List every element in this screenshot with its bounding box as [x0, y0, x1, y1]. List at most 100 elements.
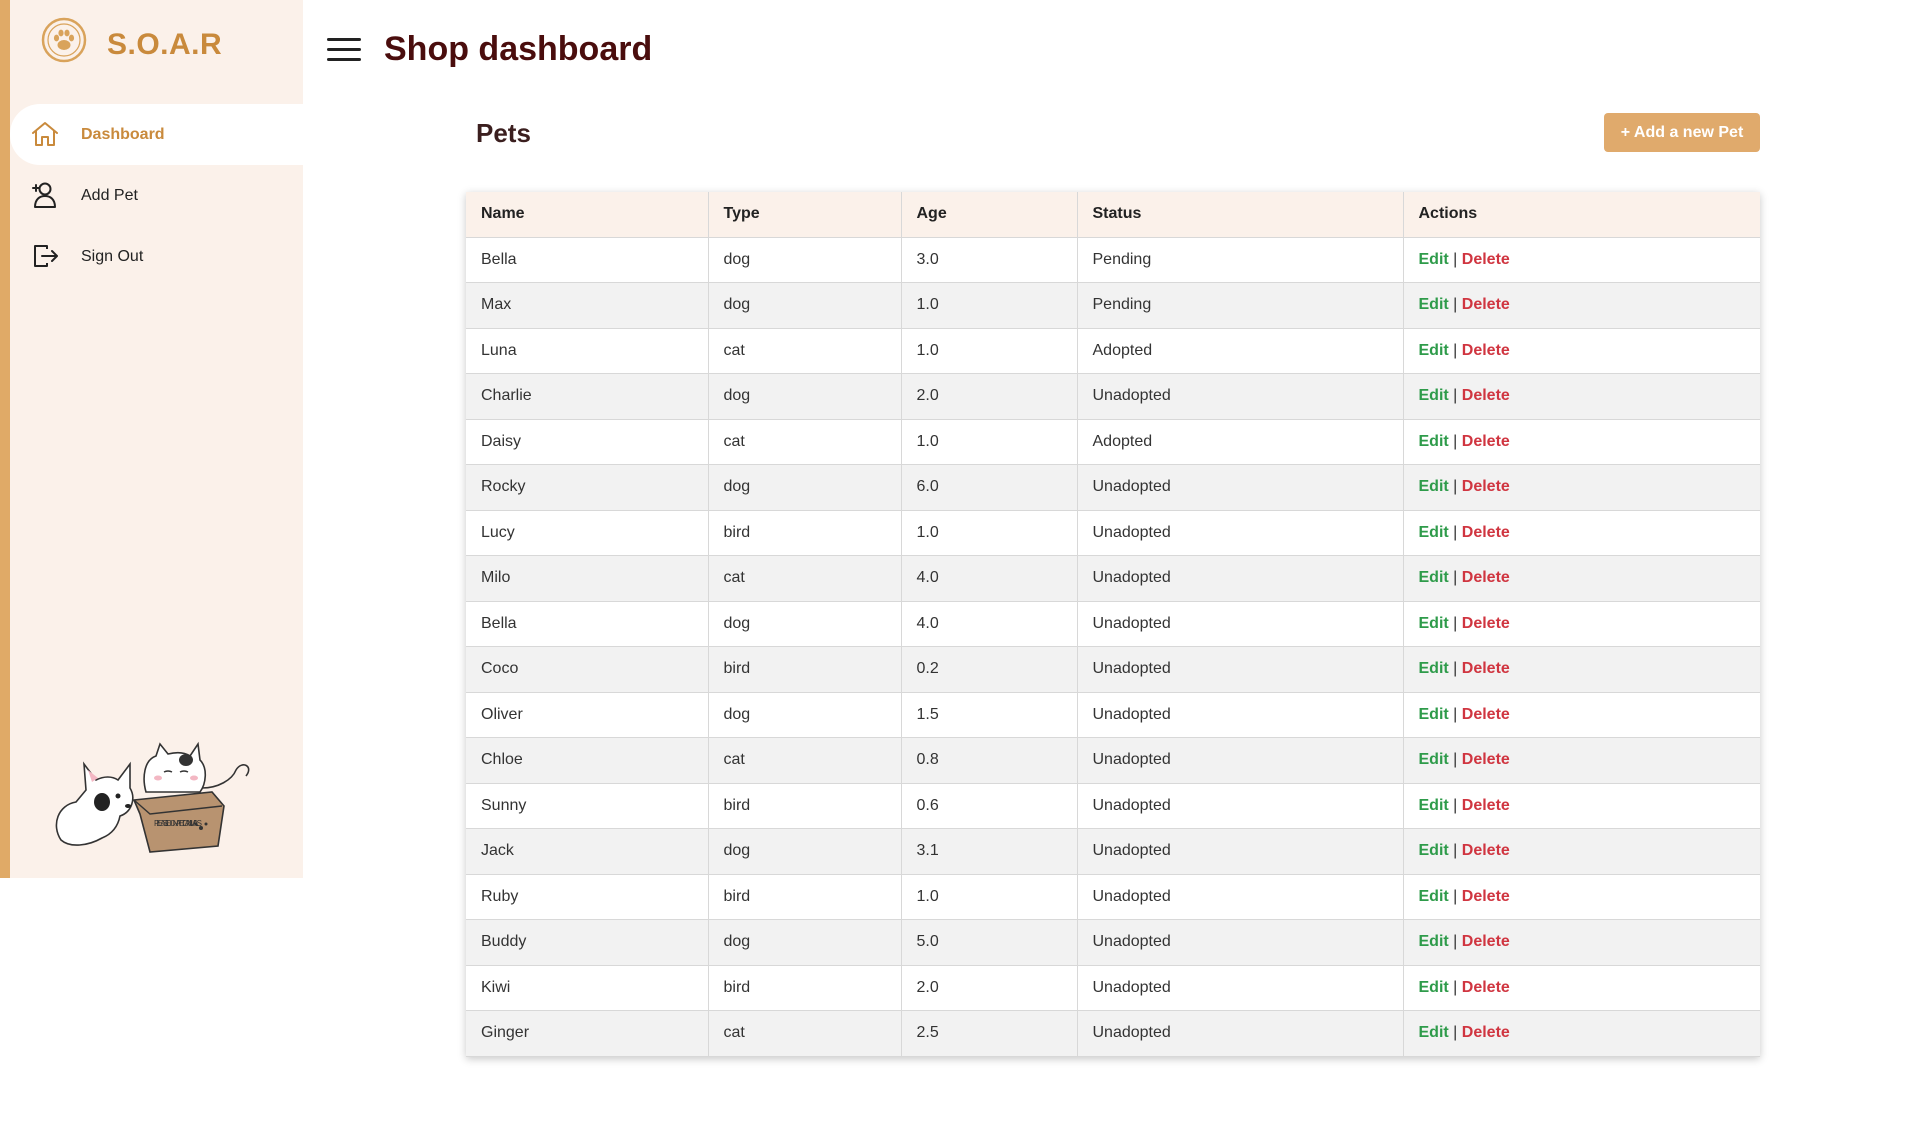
delete-link[interactable]: Delete: [1462, 706, 1510, 723]
edit-link[interactable]: Edit: [1419, 433, 1449, 450]
delete-link[interactable]: Delete: [1462, 387, 1510, 404]
pet-actions-cell: Edit | Delete: [1403, 510, 1760, 556]
column-header-actions: Actions: [1403, 192, 1760, 238]
pet-type-cell: bird: [708, 965, 902, 1011]
home-icon: [32, 122, 58, 146]
pet-name-cell: Luna: [466, 328, 709, 374]
pet-name-cell: Jack: [466, 828, 709, 875]
table-row: Jack dog 3.1 Unadopted Edit | Delete: [466, 828, 1760, 875]
menu-toggle-icon[interactable]: [327, 38, 361, 64]
action-separator: |: [1453, 296, 1458, 314]
sidebar-item-label: Sign Out: [81, 247, 144, 265]
table-row: Coco bird 0.2 Unadopted Edit | Delete: [466, 646, 1760, 693]
edit-link[interactable]: Edit: [1419, 751, 1449, 768]
pet-type-cell: bird: [708, 510, 902, 556]
pet-name-cell: Ginger: [466, 1010, 709, 1057]
table-row: Milo cat 4.0 Unadopted Edit | Delete: [466, 555, 1760, 602]
table-row: Ruby bird 1.0 Unadopted Edit | Delete: [466, 874, 1760, 920]
pet-type-cell: dog: [708, 919, 902, 966]
pet-name-cell: Milo: [466, 555, 709, 602]
pet-status-cell: Unadopted: [1077, 919, 1404, 966]
edit-link[interactable]: Edit: [1419, 615, 1449, 632]
pet-name-cell: Charlie: [466, 373, 709, 420]
sidebar: S.O.A.R Dashboard Add Pet Sign Out PLEAS…: [10, 0, 303, 878]
delete-link[interactable]: Delete: [1462, 1024, 1510, 1041]
delete-link[interactable]: Delete: [1462, 569, 1510, 586]
delete-link[interactable]: Delete: [1462, 933, 1510, 950]
edit-link[interactable]: Edit: [1419, 387, 1449, 404]
edit-link[interactable]: Edit: [1419, 251, 1449, 268]
pet-age-cell: 6.0: [901, 464, 1078, 511]
sidebar-item-sign-out[interactable]: Sign Out: [10, 226, 303, 287]
column-header-status: Status: [1077, 192, 1404, 238]
table-row: Bella dog 4.0 Unadopted Edit | Delete: [466, 601, 1760, 647]
action-separator: |: [1453, 751, 1458, 769]
edit-link[interactable]: Edit: [1419, 569, 1449, 586]
pet-status-cell: Pending: [1077, 282, 1404, 329]
pet-status-cell: Pending: [1077, 237, 1404, 283]
action-separator: |: [1453, 523, 1458, 541]
pet-type-cell: cat: [708, 419, 902, 465]
pet-name-cell: Daisy: [466, 419, 709, 465]
pet-age-cell: 0.6: [901, 783, 1078, 829]
add-pet-button[interactable]: + Add a new Pet: [1604, 113, 1760, 152]
edit-link[interactable]: Edit: [1419, 1024, 1449, 1041]
delete-link[interactable]: Delete: [1462, 251, 1510, 268]
action-separator: |: [1453, 796, 1458, 814]
edit-link[interactable]: Edit: [1419, 933, 1449, 950]
pet-status-cell: Unadopted: [1077, 601, 1404, 647]
table-row: Daisy cat 1.0 Adopted Edit | Delete: [466, 419, 1760, 465]
edit-link[interactable]: Edit: [1419, 296, 1449, 313]
pet-name-cell: Oliver: [466, 692, 709, 738]
edit-link[interactable]: Edit: [1419, 842, 1449, 859]
delete-link[interactable]: Delete: [1462, 660, 1510, 677]
pet-type-cell: dog: [708, 828, 902, 875]
page-title: Shop dashboard: [384, 30, 653, 68]
pet-age-cell: 2.0: [901, 965, 1078, 1011]
column-header-name: Name: [466, 192, 709, 238]
action-separator: |: [1453, 432, 1458, 450]
delete-link[interactable]: Delete: [1462, 842, 1510, 859]
table-row: Lucy bird 1.0 Unadopted Edit | Delete: [466, 510, 1760, 556]
action-separator: |: [1453, 250, 1458, 268]
pet-type-cell: dog: [708, 692, 902, 738]
table-row: Charlie dog 2.0 Unadopted Edit | Delete: [466, 373, 1760, 420]
delete-link[interactable]: Delete: [1462, 342, 1510, 359]
edit-link[interactable]: Edit: [1419, 342, 1449, 359]
pet-status-cell: Unadopted: [1077, 965, 1404, 1011]
pet-status-cell: Unadopted: [1077, 646, 1404, 693]
action-separator: |: [1453, 614, 1458, 632]
delete-link[interactable]: Delete: [1462, 615, 1510, 632]
delete-link[interactable]: Delete: [1462, 751, 1510, 768]
edit-link[interactable]: Edit: [1419, 478, 1449, 495]
action-separator: |: [1453, 978, 1458, 996]
delete-link[interactable]: Delete: [1462, 979, 1510, 996]
delete-link[interactable]: Delete: [1462, 524, 1510, 541]
action-separator: |: [1453, 705, 1458, 723]
pet-actions-cell: Edit | Delete: [1403, 783, 1760, 829]
pet-type-cell: cat: [708, 328, 902, 374]
delete-link[interactable]: Delete: [1462, 478, 1510, 495]
pet-actions-cell: Edit | Delete: [1403, 874, 1760, 920]
pet-age-cell: 1.5: [901, 692, 1078, 738]
pet-actions-cell: Edit | Delete: [1403, 419, 1760, 465]
sidebar-item-dashboard[interactable]: Dashboard: [10, 104, 303, 165]
edit-link[interactable]: Edit: [1419, 660, 1449, 677]
edit-link[interactable]: Edit: [1419, 979, 1449, 996]
table-row: Chloe cat 0.8 Unadopted Edit | Delete: [466, 737, 1760, 784]
delete-link[interactable]: Delete: [1462, 296, 1510, 313]
edit-link[interactable]: Edit: [1419, 524, 1449, 541]
pet-type-cell: bird: [708, 646, 902, 693]
delete-link[interactable]: Delete: [1462, 888, 1510, 905]
edit-link[interactable]: Edit: [1419, 706, 1449, 723]
delete-link[interactable]: Delete: [1462, 797, 1510, 814]
edit-link[interactable]: Edit: [1419, 888, 1449, 905]
pet-actions-cell: Edit | Delete: [1403, 601, 1760, 647]
paw-logo-icon: [41, 17, 87, 63]
edit-link[interactable]: Edit: [1419, 797, 1449, 814]
sidebar-item-label: Add Pet: [81, 186, 138, 204]
action-separator: |: [1453, 1024, 1458, 1042]
pet-age-cell: 3.0: [901, 237, 1078, 283]
sidebar-item-add-pet[interactable]: Add Pet: [10, 165, 303, 226]
delete-link[interactable]: Delete: [1462, 433, 1510, 450]
